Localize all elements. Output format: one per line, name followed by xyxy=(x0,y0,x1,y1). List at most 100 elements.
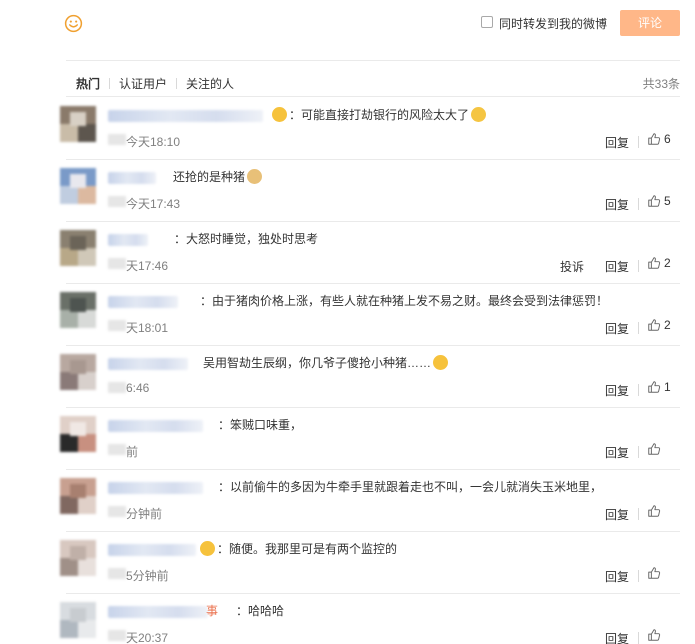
reply-button[interactable]: 回复 xyxy=(605,630,629,644)
comment-text: ：笨贼口味重， xyxy=(218,416,302,433)
like-button[interactable]: 5 xyxy=(647,194,671,208)
timestamp: 6:46 xyxy=(126,381,150,395)
avatar[interactable] xyxy=(60,354,96,390)
comment-text-content: ：以前偷牛的多因为牛牵手里就跟着走也不叫，一会儿就消失玉米地里， xyxy=(218,480,603,494)
smiley-face-icon[interactable] xyxy=(64,14,83,33)
comment-text-content: ：由于猪肉价格上涨，有些人就在种猪上发不易之财。最终会受到法律惩罚！ xyxy=(200,294,609,308)
comment-text: ：大怒时睡觉，独处时思考 xyxy=(174,230,318,247)
divider xyxy=(66,60,680,61)
username[interactable] xyxy=(108,296,178,308)
comment-item: 吴用智劫生辰纲，你几爷子傻抢小种猪…… 6:46 回复 1 xyxy=(0,346,695,408)
tab-separator xyxy=(176,78,178,89)
comment-item: ：笨贼口味重， 前 回复 xyxy=(0,408,695,470)
comment-item: ：大怒时睡觉，独处时思考 天17:46 投诉 回复 2 xyxy=(0,222,695,284)
like-count: 2 xyxy=(664,318,671,332)
comment-total-count: 共33条 xyxy=(642,77,680,91)
timestamp: 天20:37 xyxy=(126,631,169,644)
like-button[interactable] xyxy=(647,504,661,518)
timestamp: 天17:46 xyxy=(126,259,169,273)
report-button[interactable]: 投诉 xyxy=(560,258,584,275)
reply-button[interactable]: 回复 xyxy=(605,506,629,523)
thumbs-up-icon xyxy=(648,257,661,269)
repost-checkbox[interactable] xyxy=(481,16,493,28)
avatar[interactable] xyxy=(60,540,96,576)
tab-hot[interactable]: 热门 xyxy=(76,75,100,92)
timestamp: 今天18:10 xyxy=(126,135,181,149)
comment-text-content: ：大怒时睡觉，独处时思考 xyxy=(174,232,319,246)
timestamp: 天18:01 xyxy=(126,321,169,335)
blush-emoji-icon xyxy=(433,355,449,370)
thumbs-up-icon xyxy=(648,195,661,207)
like-button[interactable] xyxy=(647,442,661,456)
timestamp: 分钟前 xyxy=(126,507,163,521)
action-separator xyxy=(638,384,639,396)
username[interactable] xyxy=(108,482,203,494)
like-button[interactable]: 1 xyxy=(647,380,671,394)
username[interactable] xyxy=(108,172,156,184)
like-count: 6 xyxy=(664,132,671,146)
like-count: 2 xyxy=(664,256,671,270)
submit-comment-button[interactable]: 评论 xyxy=(620,10,680,36)
thumbs-up-icon xyxy=(648,505,661,517)
laugh-cry-emoji-icon xyxy=(471,107,487,122)
timestamp: 5分钟前 xyxy=(126,569,169,583)
comment-item: ：由于猪肉价格上涨，有些人就在种猪上发不易之财。最终会受到法律惩罚！ 天18:01… xyxy=(0,284,695,346)
like-button[interactable]: 6 xyxy=(647,132,671,146)
time-prefix-redacted xyxy=(108,258,126,269)
avatar[interactable] xyxy=(60,602,96,638)
username[interactable] xyxy=(108,110,263,122)
avatar[interactable] xyxy=(60,168,96,204)
like-button[interactable] xyxy=(647,628,661,642)
repost-label: 同时转发到我的微博 xyxy=(499,17,608,31)
reply-button[interactable]: 回复 xyxy=(605,382,629,399)
thumbs-up-icon xyxy=(648,133,661,145)
comment-text-content: 吴用智劫生辰纲，你几爷子傻抢小种猪…… xyxy=(203,356,432,370)
comment-text-content: ：笨贼口味重， xyxy=(218,418,303,432)
username[interactable] xyxy=(108,606,208,618)
timestamp: 前 xyxy=(126,445,139,459)
like-count: 5 xyxy=(664,194,671,208)
comment-text: ：可能直接打劫银行的风险太大了 xyxy=(270,106,488,123)
time-prefix-redacted xyxy=(108,568,126,579)
comment-text: ：哈哈哈 xyxy=(236,602,284,619)
reply-button[interactable]: 回复 xyxy=(605,320,629,337)
comment-text: ：随便。我那里可是有两个监控的 xyxy=(198,540,397,557)
time-prefix-redacted xyxy=(108,630,126,641)
comment-panel: 同时转发到我的微博 评论 热门 认证用户 关注的人 共33条 ：可能直接打劫银行的风… xyxy=(0,0,695,644)
username[interactable] xyxy=(108,358,188,370)
reply-button[interactable]: 回复 xyxy=(605,196,629,213)
tab-verified-users[interactable]: 认证用户 xyxy=(119,75,167,92)
time-prefix-redacted xyxy=(108,444,126,455)
reply-button[interactable]: 回复 xyxy=(605,444,629,461)
comment-text-content: ：哈哈哈 xyxy=(236,604,285,618)
tab-following[interactable]: 关注的人 xyxy=(186,75,234,92)
action-separator xyxy=(638,260,639,272)
like-button[interactable]: 2 xyxy=(647,318,671,332)
reply-button[interactable]: 回复 xyxy=(605,568,629,585)
comment-filter-tabs: 热门 认证用户 关注的人 xyxy=(76,75,234,92)
comment-item: ：随便。我那里可是有两个监控的 5分钟前 回复 xyxy=(0,532,695,594)
timestamp: 今天17:43 xyxy=(126,197,181,211)
username[interactable] xyxy=(108,420,203,432)
avatar[interactable] xyxy=(60,292,96,328)
comment-item: 事 ：哈哈哈天20:37 回复 xyxy=(0,594,695,644)
comment-text: 还抢的是种猪 xyxy=(173,168,264,185)
comment-text-content: ：随便。我那里可是有两个监控的 xyxy=(217,542,398,556)
reply-button[interactable]: 回复 xyxy=(605,134,629,151)
avatar[interactable] xyxy=(60,416,96,452)
reply-button[interactable]: 回复 xyxy=(605,258,629,275)
avatar[interactable] xyxy=(60,106,96,142)
thumbs-up-icon xyxy=(648,319,661,331)
username[interactable] xyxy=(108,544,196,556)
avatar[interactable] xyxy=(60,478,96,514)
comment-text: 吴用智劫生辰纲，你几爷子傻抢小种猪…… xyxy=(203,354,450,371)
username-visible-fragment[interactable]: 事 xyxy=(206,602,218,619)
thumbs-up-icon xyxy=(648,629,661,641)
tab-separator xyxy=(109,78,111,89)
like-button[interactable] xyxy=(647,566,661,580)
like-button[interactable]: 2 xyxy=(647,256,671,270)
avatar[interactable] xyxy=(60,230,96,266)
username[interactable] xyxy=(108,234,148,246)
comment-text: ：以前偷牛的多因为牛牵手里就跟着走也不叫，一会儿就消失玉米地里， xyxy=(218,478,602,495)
comment-item: ：以前偷牛的多因为牛牵手里就跟着走也不叫，一会儿就消失玉米地里， 分钟前 回复 xyxy=(0,470,695,532)
